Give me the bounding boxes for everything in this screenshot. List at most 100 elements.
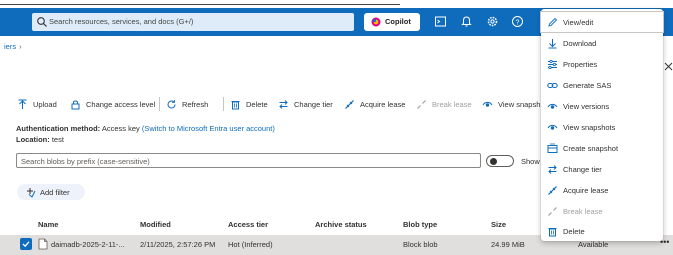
- blob-prefix-search-input[interactable]: Search blobs by prefix (case-sensitive): [16, 153, 481, 168]
- blob-access-tier: Hot (Inferred): [228, 240, 273, 249]
- menu-item-create-snapshot[interactable]: Create snapshot: [541, 138, 663, 158]
- breadcrumb[interactable]: iers ›: [4, 42, 22, 51]
- view-snapshots-label: View snapsh: [498, 99, 541, 109]
- blob-lease-state: Available: [578, 240, 609, 249]
- menu-item-label: Change tier: [563, 164, 602, 174]
- change-access-level-label: Change access level: [86, 99, 156, 109]
- global-search-input[interactable]: Search resources, services, and docs (G+…: [32, 13, 354, 31]
- auth-method-label: Authentication method:: [16, 124, 101, 133]
- lock-icon: [71, 100, 80, 109]
- search-placeholder: Search resources, services, and docs (G+…: [49, 17, 194, 26]
- column-header-access-tier[interactable]: Access tier: [228, 220, 268, 229]
- location-label: Location:: [16, 135, 50, 144]
- change-tier-button[interactable]: Change tier: [278, 96, 333, 112]
- column-header-modified[interactable]: Modified: [140, 220, 171, 229]
- blob-context-menu: View/edit Download Properties Generate S…: [540, 9, 664, 241]
- menu-item-download[interactable]: Download: [541, 33, 663, 53]
- window-top-edge: [0, 0, 400, 5]
- change-access-level-button[interactable]: Change access level: [70, 96, 155, 112]
- acquire-lease-label: Acquire lease: [360, 99, 406, 109]
- svg-text:?: ?: [516, 19, 520, 26]
- eye-icon: [547, 103, 558, 109]
- refresh-icon: [167, 99, 176, 109]
- menu-item-label: Acquire lease: [563, 185, 609, 195]
- break-lease-icon: [548, 206, 557, 216]
- copilot-label: Copilot: [385, 17, 411, 26]
- blob-type: Block blob: [403, 240, 438, 249]
- location-info: Location: test: [16, 135, 64, 144]
- add-filter-label: Add filter: [40, 187, 70, 197]
- column-header-blob-type[interactable]: Blob type: [403, 220, 437, 229]
- trash-icon: [231, 100, 240, 109]
- download-icon: [548, 38, 557, 48]
- refresh-button[interactable]: Refresh: [166, 96, 208, 112]
- blob-name-link[interactable]: daimadb-2025-2-11-...: [51, 240, 125, 249]
- menu-item-properties[interactable]: Properties: [541, 54, 663, 74]
- notifications-bell-icon[interactable]: [460, 15, 473, 28]
- swap-arrows-icon: [279, 99, 288, 109]
- break-lease-button[interactable]: Break lease: [416, 96, 472, 112]
- upload-button[interactable]: Upload: [17, 96, 57, 112]
- command-bar: Upload Change access level Refresh Delet…: [0, 96, 545, 112]
- column-header-archive-status[interactable]: Archive status: [315, 220, 367, 229]
- menu-item-view-versions[interactable]: View versions: [541, 96, 663, 116]
- help-icon[interactable]: ?: [511, 15, 524, 28]
- link-icon: [547, 82, 558, 88]
- menu-item-label: Generate SAS: [563, 80, 612, 90]
- cloud-shell-icon[interactable]: [434, 15, 447, 28]
- switch-auth-link[interactable]: (Switch to Microsoft Entra user account): [142, 124, 275, 133]
- properties-icon: [548, 59, 557, 69]
- add-filter-button[interactable]: Add filter: [17, 184, 85, 200]
- blob-size: 24.99 MiB: [491, 240, 525, 249]
- menu-item-acquire-lease[interactable]: Acquire lease: [541, 180, 663, 200]
- breadcrumb-separator: ›: [19, 42, 22, 51]
- toolbar-divider: [223, 97, 224, 111]
- menu-item-label: Break lease: [563, 206, 603, 216]
- blob-modified: 2/11/2025, 2:57:26 PM: [140, 240, 216, 249]
- view-snapshots-button[interactable]: View snapsh: [482, 96, 540, 112]
- menu-item-label: View/edit: [563, 17, 594, 27]
- breadcrumb-item[interactable]: iers: [4, 42, 16, 51]
- search-icon: [37, 17, 47, 27]
- snapshot-icon: [547, 143, 558, 153]
- menu-item-label: Properties: [563, 59, 598, 69]
- toolbar-divider: [159, 97, 160, 111]
- toggle-knob: [490, 158, 497, 165]
- menu-item-change-tier[interactable]: Change tier: [541, 159, 663, 179]
- delete-button[interactable]: Delete: [230, 96, 268, 112]
- refresh-label: Refresh: [182, 99, 209, 109]
- settings-gear-icon[interactable]: [486, 15, 499, 28]
- copilot-button[interactable]: Copilot: [364, 13, 420, 31]
- pencil-icon: [548, 17, 558, 27]
- menu-item-break-lease[interactable]: Break lease: [541, 201, 663, 221]
- column-header-name[interactable]: Name: [38, 220, 58, 229]
- trash-icon: [548, 227, 557, 236]
- upload-label: Upload: [33, 99, 57, 109]
- menu-item-label: Delete: [563, 226, 585, 236]
- acquire-lease-icon: [345, 99, 354, 109]
- eye-icon: [482, 101, 493, 107]
- auth-method-value: Access key: [101, 124, 140, 133]
- swap-icon: [548, 164, 557, 174]
- eye-icon: [547, 124, 558, 130]
- authentication-method: Authentication method: Access key (Switc…: [16, 124, 275, 133]
- file-icon: [38, 238, 48, 250]
- break-lease-icon: [417, 99, 426, 109]
- menu-item-view-snapshots[interactable]: View snapshots: [541, 117, 663, 137]
- copilot-icon: [371, 17, 381, 27]
- show-deleted-toggle[interactable]: [486, 155, 514, 167]
- menu-item-delete[interactable]: Delete: [541, 221, 663, 241]
- row-checkbox[interactable]: [20, 238, 32, 250]
- menu-item-label: Download: [563, 38, 597, 48]
- add-filter-icon: [27, 187, 36, 198]
- close-icon[interactable]: [664, 62, 673, 71]
- menu-item-generate-sas[interactable]: Generate SAS: [541, 75, 663, 95]
- menu-item-view-edit[interactable]: View/edit: [540, 11, 664, 33]
- delete-label: Delete: [246, 99, 268, 109]
- menu-item-label: View versions: [563, 101, 610, 111]
- acquire-lease-button[interactable]: Acquire lease: [344, 96, 405, 112]
- column-header-size[interactable]: Size: [491, 220, 506, 229]
- prefix-placeholder: Search blobs by prefix (case-sensitive): [21, 157, 150, 166]
- lease-icon: [548, 185, 557, 195]
- menu-item-label: View snapshots: [563, 122, 616, 132]
